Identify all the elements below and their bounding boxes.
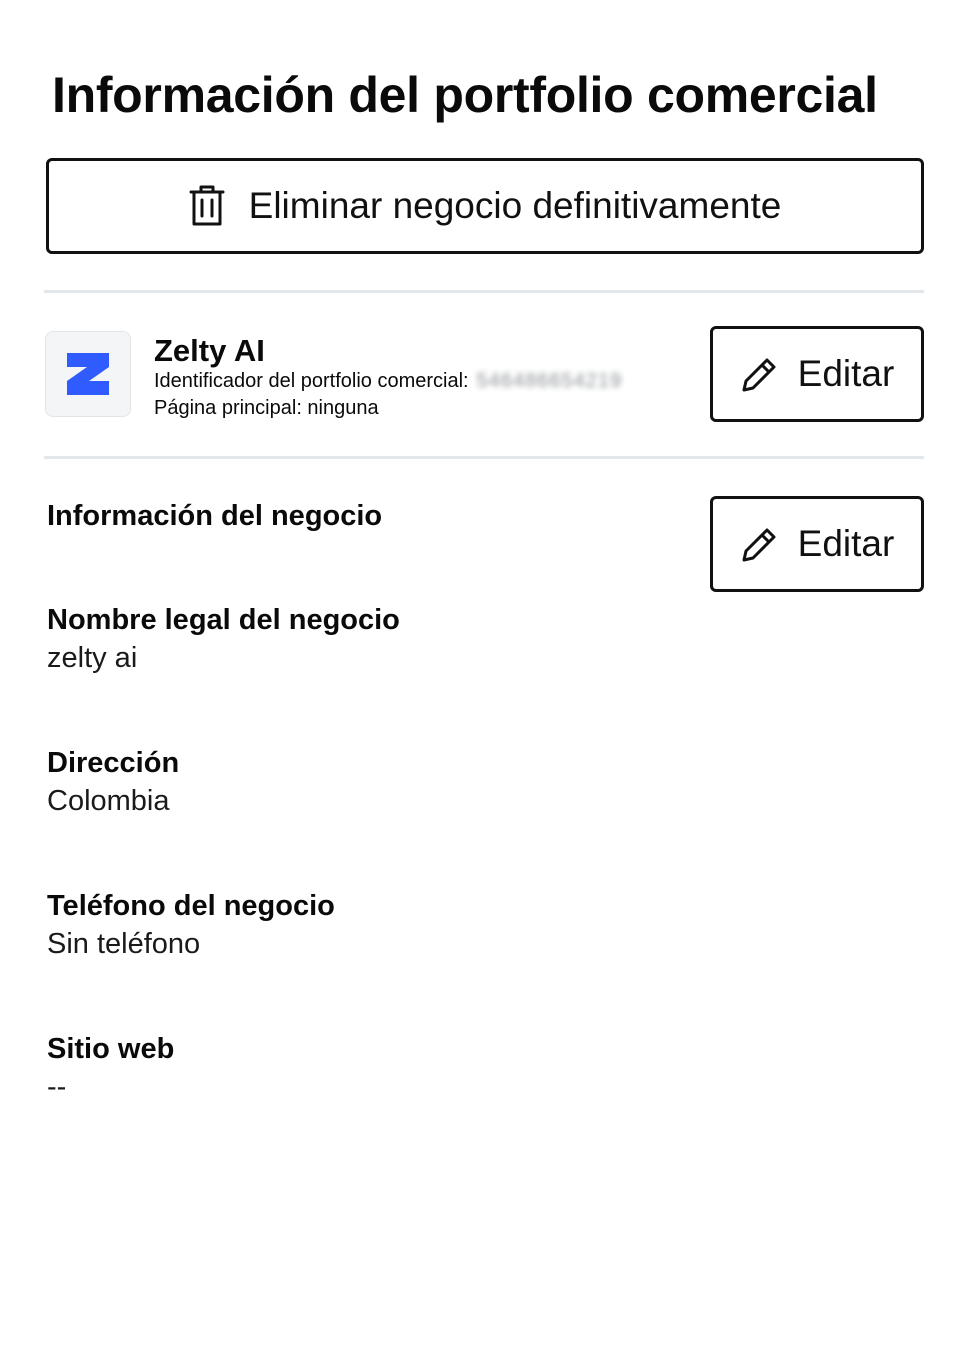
business-id-row: Identificador del portfolio comercial: 5…: [154, 370, 622, 393]
section-title-business-info: Información del negocio: [47, 500, 383, 532]
field-address: Dirección Colombia: [47, 745, 179, 821]
business-id-label: Identificador del portfolio comercial:: [154, 370, 469, 392]
edit-business-info-button[interactable]: Editar: [710, 496, 924, 592]
field-value: Sin teléfono: [47, 928, 201, 960]
edit-button-label: Editar: [797, 353, 895, 394]
field-label: Sitio web: [47, 1033, 175, 1065]
edit-portfolio-button[interactable]: Editar: [710, 326, 924, 422]
business-homepage: Página principal: ninguna: [154, 397, 379, 419]
business-avatar: [45, 331, 131, 417]
page-title: Información del portfolio comercial: [52, 67, 878, 123]
divider: [44, 456, 924, 459]
field-value: Colombia: [47, 785, 170, 817]
pencil-icon: [740, 524, 780, 564]
edit-button-label: Editar: [797, 523, 895, 564]
field-legal-name: Nombre legal del negocio zelty ai: [47, 602, 400, 678]
business-name: Zelty AI: [154, 333, 265, 368]
field-value: zelty ai: [47, 642, 138, 674]
zelty-logo-icon: [65, 351, 111, 397]
field-label: Teléfono del negocio: [47, 890, 335, 922]
trash-icon: [189, 185, 225, 227]
field-label: Dirección: [47, 747, 180, 779]
field-value: --: [47, 1071, 67, 1103]
field-label: Nombre legal del negocio: [47, 604, 400, 636]
field-phone: Teléfono del negocio Sin teléfono: [47, 888, 335, 964]
business-id-value: 546486654219: [476, 370, 623, 392]
delete-business-button[interactable]: Eliminar negocio definitivamente: [46, 158, 924, 254]
pencil-icon: [740, 354, 780, 394]
field-website: Sitio web --: [47, 1031, 174, 1107]
divider: [44, 290, 924, 293]
delete-button-label: Eliminar negocio definitivamente: [248, 185, 782, 226]
